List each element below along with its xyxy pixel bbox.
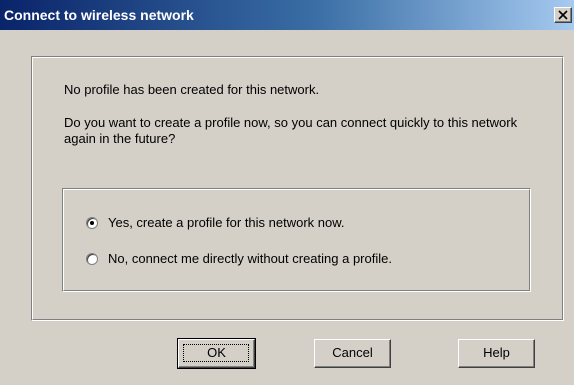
title-bar: Connect to wireless network	[0, 0, 574, 30]
profile-options-group	[62, 188, 531, 292]
ok-button[interactable]: OK	[177, 338, 256, 369]
close-button[interactable]	[554, 7, 572, 23]
radio-create-profile[interactable]	[86, 217, 98, 229]
window-title: Connect to wireless network	[4, 7, 194, 23]
no-profile-message: No profile has been created for this net…	[64, 82, 320, 97]
radio-selected-dot	[90, 221, 94, 225]
close-icon	[558, 10, 568, 20]
option-create-profile-label[interactable]: Yes, create a profile for this network n…	[108, 215, 345, 231]
dialog-window: Connect to wireless network No profile h…	[0, 0, 574, 385]
radio-connect-directly[interactable]	[86, 253, 98, 265]
option-connect-directly-label[interactable]: No, connect me directly without creating…	[108, 251, 392, 267]
ok-button-label: OK	[207, 345, 226, 360]
help-button[interactable]: Help	[458, 339, 535, 368]
create-profile-question: Do you want to create a profile now, so …	[64, 115, 518, 146]
cancel-button[interactable]: Cancel	[314, 339, 391, 368]
